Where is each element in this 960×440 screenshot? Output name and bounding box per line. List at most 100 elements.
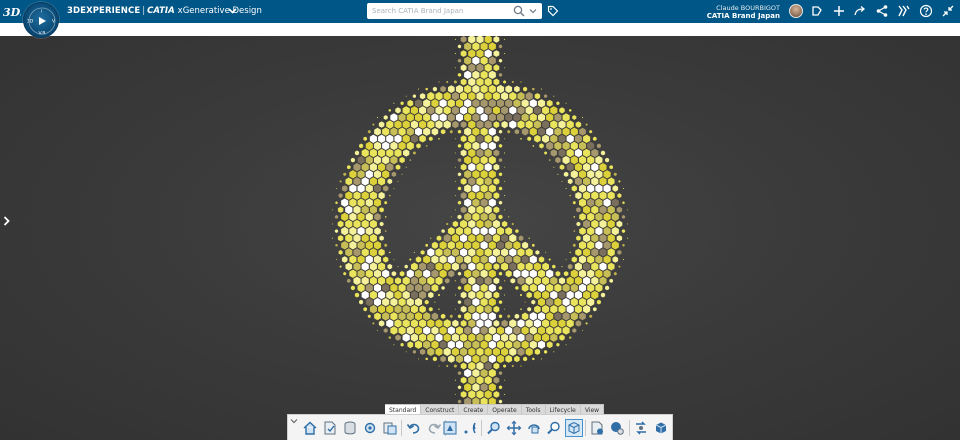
lattice-cell	[467, 48, 476, 59]
compass-widget[interactable]: i 3D V V.R	[23, 2, 59, 38]
lattice-cell	[570, 127, 579, 137]
lattice-cell	[488, 226, 497, 236]
lattice-cell	[549, 119, 558, 130]
lattice-cell	[454, 393, 456, 396]
lattice-cell	[381, 127, 390, 137]
lattice-cell	[357, 240, 366, 250]
lattice-cell	[553, 351, 555, 353]
search-input[interactable]	[367, 3, 507, 19]
lattice-cell	[431, 127, 439, 136]
lattice-cell	[357, 212, 366, 222]
lattice-cell	[484, 332, 493, 343]
collapse-icon[interactable]	[941, 4, 955, 18]
search-icon[interactable]	[513, 5, 525, 17]
lattice-cell	[475, 247, 485, 258]
avatar[interactable]	[789, 4, 803, 18]
view-mode-icon[interactable]	[565, 419, 583, 437]
lattice-cell	[607, 190, 616, 201]
gear-icon[interactable]	[362, 420, 378, 436]
chevron-down-icon[interactable]	[290, 417, 298, 425]
lattice-cell	[395, 107, 401, 114]
lattice-cell	[562, 127, 571, 137]
lattice-cell	[586, 141, 595, 151]
rotate-icon[interactable]	[526, 420, 542, 436]
network-icon[interactable]	[875, 4, 889, 18]
lattice-cell	[496, 240, 505, 250]
search-options-chevron-icon[interactable]	[529, 7, 537, 15]
lattice-cell	[600, 150, 606, 156]
lattice-cell	[529, 127, 538, 137]
copy-paste-icon[interactable]	[382, 420, 398, 436]
shield-icon[interactable]	[609, 420, 625, 436]
lattice-cell	[484, 261, 493, 272]
lattice-cell	[504, 393, 506, 396]
database-cube-icon[interactable]	[653, 420, 669, 436]
zoom-area-icon[interactable]	[546, 420, 562, 436]
help-icon[interactable]	[919, 4, 933, 18]
lattice-cell	[529, 112, 538, 123]
lattice-cell	[331, 223, 333, 225]
3d-viewport[interactable]	[0, 36, 960, 440]
lattice-cell	[627, 237, 629, 239]
user-info[interactable]: Claude BOURBIGOT CATIA Brand Japan	[707, 4, 780, 20]
lattice-cell	[352, 261, 362, 272]
save-database-icon[interactable]	[342, 420, 358, 436]
lattice-cell	[627, 209, 629, 211]
lattice-cell	[426, 332, 435, 343]
lattice-cell	[511, 80, 514, 84]
lattice-cell	[352, 176, 362, 187]
forward-icon[interactable]	[853, 4, 867, 18]
lattice-cell	[498, 186, 503, 191]
fit-all-icon[interactable]	[442, 420, 458, 436]
lattice-cell	[398, 112, 407, 123]
lattice-cell	[467, 162, 476, 172]
chevron-right-icon[interactable]	[2, 215, 11, 227]
lattice-cell	[460, 320, 467, 327]
lattice-cell	[607, 247, 616, 258]
lattice-cell	[430, 254, 439, 265]
lattice-cell	[457, 58, 462, 63]
lattice-cell	[512, 240, 521, 250]
lattice-cell	[505, 85, 513, 93]
lattice-cell	[454, 180, 456, 182]
lattice-cell	[488, 269, 497, 279]
lattice-cell	[475, 304, 485, 314]
lattice-cell	[511, 364, 514, 368]
feed-icon[interactable]	[462, 420, 478, 436]
lattice-cell	[372, 123, 375, 126]
lattice-cell	[501, 120, 508, 129]
zoom-icon[interactable]	[486, 420, 502, 436]
lattice-cell	[463, 297, 472, 307]
lattice-cell	[460, 291, 467, 299]
layers-icon[interactable]	[589, 420, 605, 436]
lattice-cell	[605, 157, 610, 163]
lattice-cell	[471, 382, 480, 392]
lattice-cell	[525, 261, 534, 272]
plus-icon[interactable]	[832, 4, 846, 18]
dassault-logo-icon[interactable]: 3DS	[3, 3, 21, 20]
lattice-cell	[498, 72, 503, 77]
lattice-cell	[549, 318, 558, 329]
lattice-cell	[582, 176, 591, 187]
apps-icon[interactable]	[897, 4, 911, 18]
lattice-cell	[579, 127, 586, 136]
lattice-cell	[521, 340, 530, 350]
save-document-icon[interactable]	[322, 420, 338, 436]
redo-icon[interactable]	[426, 420, 442, 436]
pan-icon[interactable]	[506, 420, 522, 436]
share-icon[interactable]	[810, 4, 824, 18]
swap-icon[interactable]	[633, 420, 649, 436]
lattice-cell	[488, 155, 497, 165]
lattice-cell	[535, 250, 540, 255]
tag-icon[interactable]	[547, 5, 559, 17]
lattice-cell	[500, 247, 509, 258]
peace-sign-lattice-model[interactable]	[0, 36, 960, 440]
lattice-cell	[383, 115, 388, 120]
lattice-cell	[504, 379, 506, 381]
undo-icon[interactable]	[406, 420, 422, 436]
lattice-cell	[570, 269, 579, 279]
lattice-cell	[484, 205, 493, 215]
home-icon[interactable]	[302, 420, 318, 436]
lattice-cell	[484, 361, 493, 371]
chevron-down-icon[interactable]	[228, 6, 237, 15]
